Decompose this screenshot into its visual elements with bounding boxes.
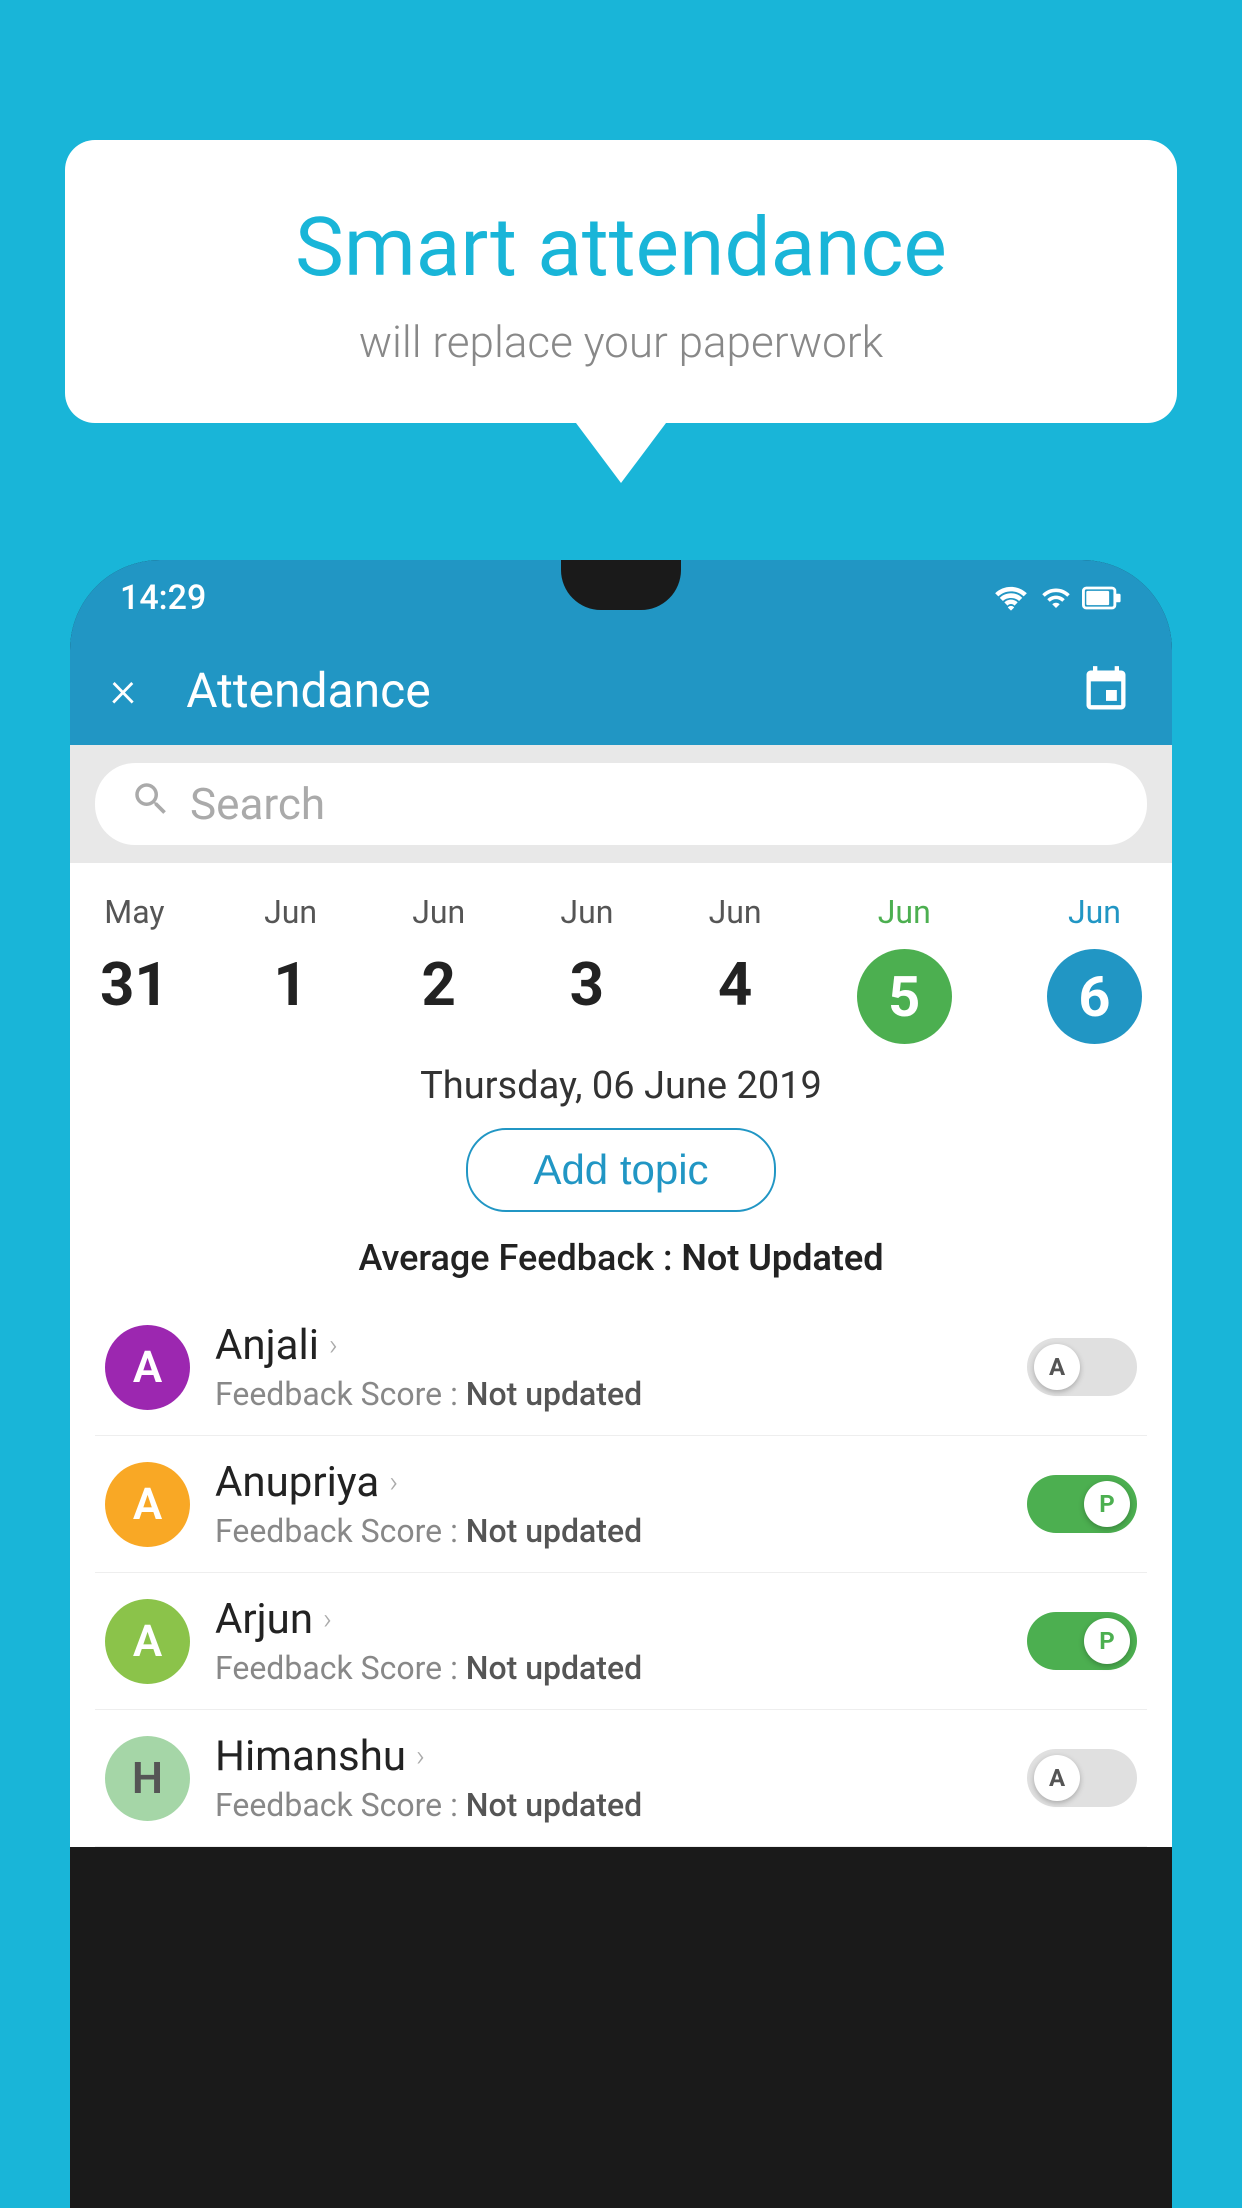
avatar-anjali: A	[105, 1325, 190, 1410]
add-topic-button[interactable]: Add topic	[466, 1128, 775, 1212]
date-col-jun6[interactable]: Jun 6	[1047, 893, 1142, 1044]
calendar-icon[interactable]	[1080, 664, 1132, 716]
battery-icon	[1082, 583, 1122, 613]
selected-date: Thursday, 06 June 2019	[70, 1059, 1172, 1128]
chevron-icon-arjun: ›	[323, 1602, 332, 1637]
speech-bubble-subtitle: will replace your paperwork	[145, 316, 1097, 368]
student-row-arjun[interactable]: A Arjun › Feedback Score : Not updated P	[95, 1573, 1147, 1710]
student-feedback-himanshu: Feedback Score : Not updated	[215, 1786, 1002, 1824]
student-name-anjali: Anjali ›	[215, 1321, 1002, 1370]
status-bar: 14:29	[70, 560, 1172, 635]
status-icons	[992, 583, 1122, 613]
phone-notch	[561, 560, 681, 610]
date-picker: May 31 Jun 1 Jun 2 Jun 3 Jun 4	[70, 863, 1172, 1059]
attendance-toggle-arjun[interactable]: P	[1027, 1612, 1137, 1670]
search-bar-container: Search	[70, 745, 1172, 863]
avatar-himanshu: H	[105, 1736, 190, 1821]
app-title: Attendance	[186, 662, 1050, 719]
status-time: 14:29	[120, 578, 206, 618]
student-info-anupriya: Anupriya › Feedback Score : Not updated	[215, 1458, 1002, 1550]
close-button[interactable]: ×	[110, 665, 136, 715]
toggle-himanshu[interactable]: A	[1027, 1749, 1137, 1807]
search-icon	[130, 778, 172, 830]
speech-bubble-tail	[576, 423, 666, 483]
date-col-jun1[interactable]: Jun 1	[264, 893, 317, 1020]
student-info-anjali: Anjali › Feedback Score : Not updated	[215, 1321, 1002, 1413]
student-name-anupriya: Anupriya ›	[215, 1458, 1002, 1507]
student-row-anjali[interactable]: A Anjali › Feedback Score : Not updated …	[95, 1299, 1147, 1436]
date-col-jun2[interactable]: Jun 2	[412, 893, 465, 1020]
signal-icon	[1040, 583, 1072, 613]
chevron-icon-anjali: ›	[329, 1328, 338, 1363]
avatar-arjun: A	[105, 1599, 190, 1684]
toggle-anupriya[interactable]: P	[1027, 1475, 1137, 1533]
toggle-knob-arjun: P	[1084, 1618, 1130, 1664]
attendance-toggle-himanshu[interactable]: A	[1027, 1749, 1137, 1807]
toggle-knob-himanshu: A	[1034, 1755, 1080, 1801]
avatar-anupriya: A	[105, 1462, 190, 1547]
student-info-himanshu: Himanshu › Feedback Score : Not updated	[215, 1732, 1002, 1824]
student-list: A Anjali › Feedback Score : Not updated …	[70, 1299, 1172, 1847]
student-feedback-anjali: Feedback Score : Not updated	[215, 1375, 1002, 1413]
app-content: Search May 31 Jun 1 Jun 2 Jun 3	[70, 745, 1172, 1847]
toggle-knob-anjali: A	[1034, 1344, 1080, 1390]
search-placeholder: Search	[190, 778, 325, 830]
speech-bubble-title: Smart attendance	[145, 200, 1097, 296]
avg-feedback-label: Average Feedback :	[358, 1237, 681, 1279]
wifi-icon	[992, 583, 1030, 613]
avg-feedback: Average Feedback : Not Updated	[70, 1237, 1172, 1299]
chevron-icon-anupriya: ›	[389, 1465, 398, 1500]
date-col-jun4[interactable]: Jun 4	[709, 893, 762, 1020]
chevron-icon-himanshu: ›	[416, 1739, 425, 1774]
speech-bubble-container: Smart attendance will replace your paper…	[65, 140, 1177, 483]
phone-frame: 14:29 × Attendance	[70, 560, 1172, 2208]
student-info-arjun: Arjun › Feedback Score : Not updated	[215, 1595, 1002, 1687]
student-row-himanshu[interactable]: H Himanshu › Feedback Score : Not update…	[95, 1710, 1147, 1847]
attendance-toggle-anupriya[interactable]: P	[1027, 1475, 1137, 1533]
student-feedback-anupriya: Feedback Score : Not updated	[215, 1512, 1002, 1550]
app-bar: × Attendance	[70, 635, 1172, 745]
student-name-himanshu: Himanshu ›	[215, 1732, 1002, 1781]
date-col-jun3[interactable]: Jun 3	[560, 893, 613, 1020]
student-name-arjun: Arjun ›	[215, 1595, 1002, 1644]
toggle-anjali[interactable]: A	[1027, 1338, 1137, 1396]
attendance-toggle-anjali[interactable]: A	[1027, 1338, 1137, 1396]
date-col-jun5[interactable]: Jun 5	[857, 893, 952, 1044]
student-feedback-arjun: Feedback Score : Not updated	[215, 1649, 1002, 1687]
toggle-knob-anupriya: P	[1084, 1481, 1130, 1527]
avg-feedback-value: Not Updated	[681, 1237, 883, 1279]
student-row-anupriya[interactable]: A Anupriya › Feedback Score : Not update…	[95, 1436, 1147, 1573]
toggle-arjun[interactable]: P	[1027, 1612, 1137, 1670]
search-bar[interactable]: Search	[95, 763, 1147, 845]
speech-bubble: Smart attendance will replace your paper…	[65, 140, 1177, 423]
date-col-may31[interactable]: May 31	[100, 893, 169, 1020]
